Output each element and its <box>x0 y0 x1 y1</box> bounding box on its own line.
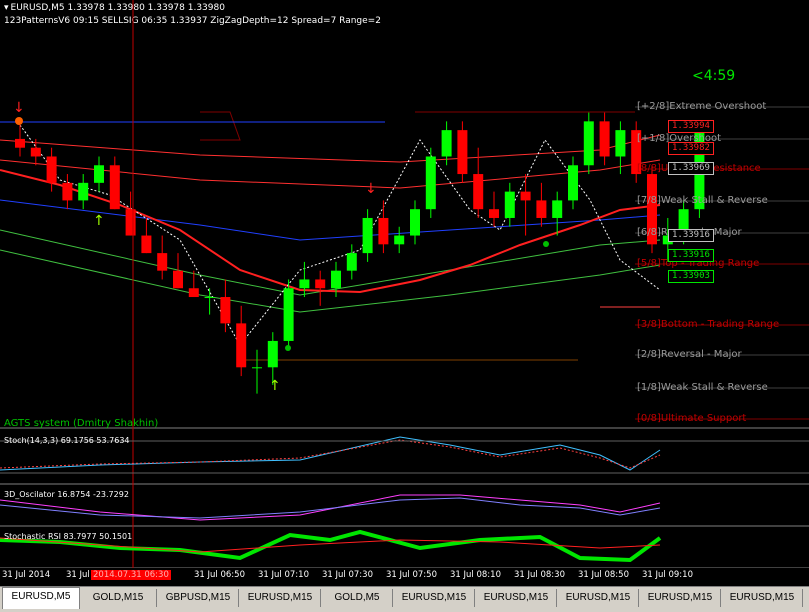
candle-body <box>46 156 57 183</box>
price-label: 1.33916 <box>668 249 714 262</box>
x-tick: 31 Jul 06:50 <box>194 570 245 580</box>
candle-body <box>331 270 341 289</box>
candle-body <box>188 288 199 298</box>
tab-gold-m15[interactable]: GOLD,M15 <box>80 589 157 607</box>
buy-arrow-icon: ↑ <box>93 213 105 229</box>
zone-box-line <box>200 111 241 141</box>
murrey-level-label: [1/8]Weak Stall & Reverse <box>637 382 768 393</box>
candle-body <box>299 279 310 289</box>
murrey-level-label: [3/8]Bottom - Trading Range <box>637 319 780 330</box>
candle-body <box>220 297 231 324</box>
crosshair-time-label: 2014.07.31 06:30 <box>91 570 171 580</box>
candle-body <box>410 209 420 236</box>
candle-body <box>457 130 468 175</box>
murrey-level-label: [0/8]Ultimate Support <box>637 413 747 424</box>
murrey-level-label: [+2/8]Extreme Overshoot <box>637 101 767 112</box>
candle-body <box>283 288 294 341</box>
candle-body <box>583 121 594 166</box>
candle-body <box>15 138 25 148</box>
candle-body <box>78 182 89 201</box>
osc3d-label: 3D_Oscilator 16.8754 -23.7292 <box>4 490 129 499</box>
candle-body <box>441 130 452 157</box>
candle-body <box>473 174 484 210</box>
candle-body <box>109 165 120 210</box>
candle-body <box>378 217 389 245</box>
candle-body <box>599 121 610 157</box>
tab-eurusd-m15[interactable]: EURUSD,M15 <box>394 589 475 607</box>
price-label: 1.33982 <box>668 142 714 155</box>
stoch-label: Stoch(14,3,3) 69.1756 53.7634 <box>4 436 130 445</box>
x-tick: 31 Jul 07:30 <box>322 570 373 580</box>
price-label: 1.33916 <box>668 229 714 242</box>
sell-arrow-icon: ↓ <box>365 181 377 197</box>
candle-body <box>141 235 152 254</box>
candle-body <box>425 156 436 210</box>
candle-body <box>173 270 183 289</box>
chart-tabs-bar: EURUSD,M5 GOLD,M15 GBPUSD,M15 EURUSD,M15… <box>0 586 809 612</box>
x-tick: 31 Jul 08:10 <box>450 570 501 580</box>
green-band-curve <box>0 229 661 296</box>
candle-body <box>568 165 578 201</box>
price-label: 1.33903 <box>668 270 714 283</box>
osc3d-signal-line <box>0 497 661 519</box>
candle-body <box>30 147 41 157</box>
candle-body <box>157 253 168 271</box>
tab-eurusd-m5[interactable]: EURUSD,M5 <box>2 587 80 609</box>
x-tick: 31 Jul <box>66 570 90 580</box>
murrey-level-label: [2/8]Reversal - Major <box>637 349 742 360</box>
candle-body <box>536 200 547 218</box>
candle-body <box>504 191 515 218</box>
candle-body <box>125 209 136 236</box>
candle-body <box>94 165 104 183</box>
tab-eurusd-m15[interactable]: EURUSD,M15 <box>476 589 557 607</box>
candle-body <box>236 323 247 368</box>
candle-body <box>552 200 563 218</box>
murrey-level-label: [7/8]Weak Stall & Reverse <box>637 195 768 206</box>
tab-eurusd-m15[interactable]: EURUSD,M15 <box>722 589 803 607</box>
candle-body <box>615 130 626 157</box>
system-label: AGTS system (Dmitry Shakhin) <box>4 418 159 429</box>
x-tick: 31 Jul 07:10 <box>258 570 309 580</box>
zigzag-line <box>19 124 661 346</box>
x-tick: 31 Jul 08:50 <box>578 570 629 580</box>
candle-body <box>346 253 357 271</box>
x-tick: 31 Jul 08:30 <box>514 570 565 580</box>
candle-body <box>394 235 405 245</box>
candle-body <box>362 217 373 254</box>
candle-body <box>315 279 326 289</box>
x-tick: 31 Jul 07:50 <box>386 570 437 580</box>
tab-eurusd-m15[interactable]: EURUSD,M15 <box>558 589 639 607</box>
green-band-lower-curve <box>0 249 661 313</box>
price-label: 1.33994 <box>668 120 714 133</box>
candle-body <box>252 367 262 369</box>
price-label: 1.33969 <box>668 162 714 175</box>
stochrsi-label: Stochastic RSI 83.7977 50.1501 <box>4 532 133 541</box>
x-tick: 31 Jul 2014 <box>2 570 51 580</box>
signal-dot <box>543 241 549 247</box>
tab-gbpusd-m15[interactable]: GBPUSD,M15 <box>158 589 239 607</box>
tab-eurusd-m15[interactable]: EURUSD,M15 <box>240 589 321 607</box>
candle-body <box>204 297 215 299</box>
tab-gold-m5[interactable]: GOLD,M5 <box>322 589 393 607</box>
buy-arrow-icon: ↑ <box>269 378 281 394</box>
chart-canvas[interactable]: ↓ ↓ ↑ ↑ <box>0 0 809 568</box>
signal-dot <box>15 117 23 125</box>
x-tick: 31 Jul 09:10 <box>642 570 693 580</box>
candle-body <box>62 182 73 201</box>
signal-dot <box>285 345 291 351</box>
candle-body <box>520 191 531 201</box>
candle-body <box>489 209 499 218</box>
sell-arrow-icon: ↓ <box>13 100 25 116</box>
candle-body <box>267 340 278 368</box>
time-axis: 31 Jul 2014 31 Jul 2014.07.31 06:30 31 J… <box>0 568 809 584</box>
tab-eurusd-m15[interactable]: EURUSD,M15 <box>640 589 721 607</box>
